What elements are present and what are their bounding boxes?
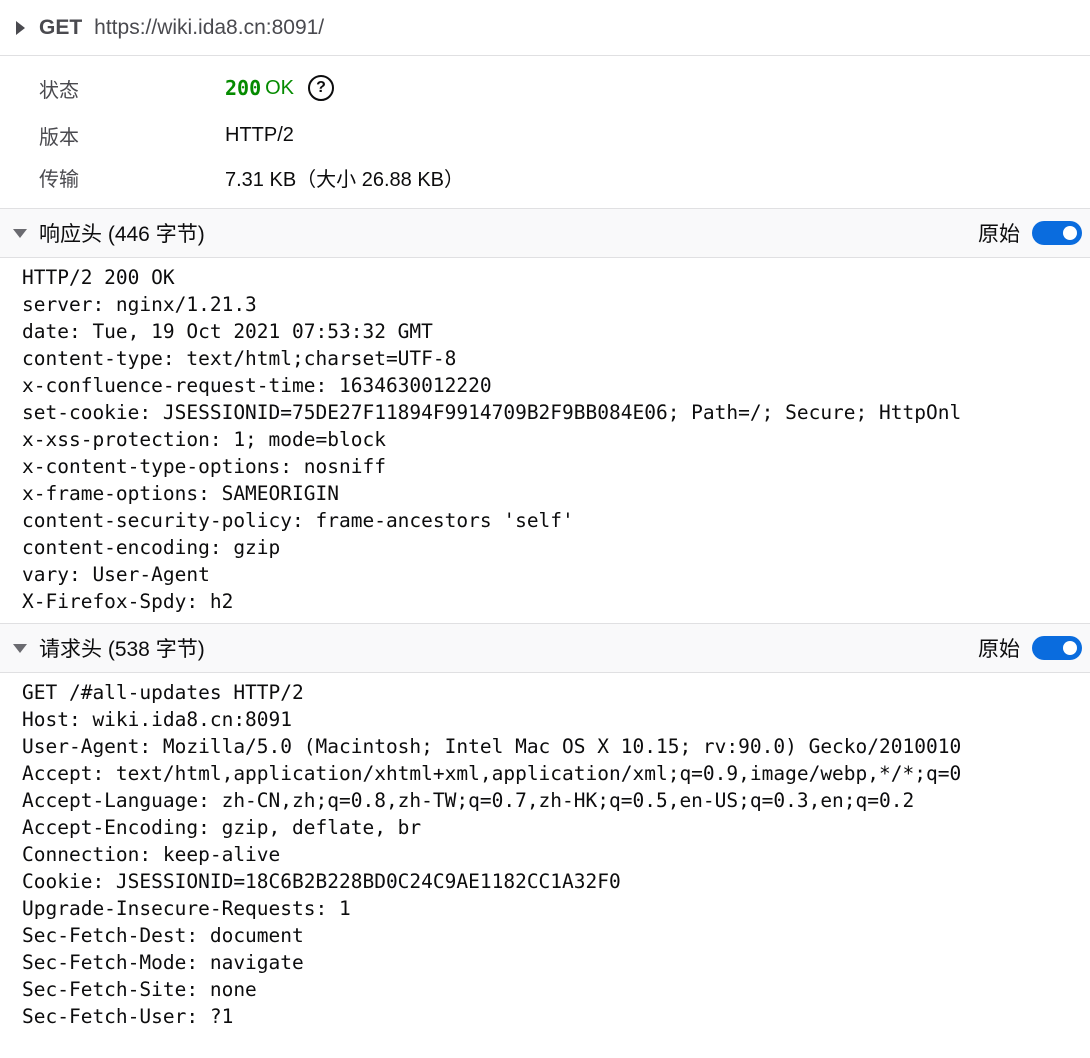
status-code: 200 — [225, 76, 262, 100]
header-line: vary: User-Agent — [22, 563, 210, 586]
header-line: content-security-policy: frame-ancestors… — [22, 509, 574, 532]
question-circle-icon[interactable]: ? — [308, 75, 335, 101]
header-line: Host: wiki.ida8.cn:8091 — [22, 708, 293, 731]
header-line: Cookie: JSESSIONID=18C6B2B228BD0C24C9AE1… — [22, 870, 621, 893]
triangle-right-icon[interactable] — [16, 20, 25, 35]
request-raw-switch[interactable] — [1032, 636, 1082, 660]
header-line: set-cookie: JSESSIONID=75DE27F11894F9914… — [22, 401, 962, 424]
header-line: GET /#all-updates HTTP/2 — [22, 681, 304, 704]
header-line: X-Firefox-Spdy: h2 — [22, 590, 234, 613]
version-row: 版本 HTTP/2 — [0, 115, 1090, 155]
header-line: x-content-type-options: nosniff — [22, 455, 386, 478]
transfer-row: 传输 7.31 KB（大小 26.88 KB） — [0, 157, 1090, 197]
response-headers-raw: HTTP/2 200 OK server: nginx/1.21.3 date: T… — [22, 264, 1077, 615]
status-value: 200 OK ? — [225, 75, 335, 101]
transfer-label: 传输 — [39, 168, 79, 191]
header-line: x-confluence-request-time: 1634630012220 — [22, 374, 492, 397]
version-label: 版本 — [39, 126, 79, 149]
version-value: HTTP/2 — [225, 123, 294, 146]
request-summary-line[interactable]: GET https://wiki.ida8.cn:8091/ — [0, 0, 1090, 56]
response-headers-title: 响应头 (446 字节) — [39, 223, 205, 246]
toggle-knob — [1063, 226, 1077, 240]
request-headers-raw: GET /#all-updates HTTP/2 Host: wiki.ida8.… — [22, 679, 1077, 1030]
status-text: OK — [265, 76, 295, 99]
request-raw-toggle[interactable]: 原始 — [978, 633, 1082, 663]
request-raw-label: 原始 — [978, 638, 1020, 661]
header-line: content-encoding: gzip — [22, 536, 281, 559]
header-line: User-Agent: Mozilla/5.0 (Macintosh; Inte… — [22, 735, 962, 758]
summary-panel: 状态 200 OK ? 版本 HTTP/2 传输 7.31 KB（大小 26.8… — [0, 56, 1090, 207]
triangle-down-icon[interactable] — [13, 643, 27, 653]
response-raw-switch[interactable] — [1032, 221, 1082, 245]
response-raw-label: 原始 — [978, 223, 1020, 246]
header-line: Upgrade-Insecure-Requests: 1 — [22, 897, 351, 920]
header-line: content-type: text/html;charset=UTF-8 — [22, 347, 457, 370]
header-line: Accept: text/html,application/xhtml+xml,… — [22, 762, 962, 785]
response-headers-header[interactable]: 响应头 (446 字节) 原始 — [0, 208, 1090, 258]
header-line: x-xss-protection: 1; mode=block — [22, 428, 386, 451]
header-line: server: nginx/1.21.3 — [22, 293, 257, 316]
header-line: Accept-Language: zh-CN,zh;q=0.8,zh-TW;q=… — [22, 789, 915, 812]
toggle-knob — [1063, 641, 1077, 655]
status-row: 状态 200 OK ? — [0, 68, 1090, 108]
header-line: Accept-Encoding: gzip, deflate, br — [22, 816, 422, 839]
header-line: date: Tue, 19 Oct 2021 07:53:32 GMT — [22, 320, 433, 343]
request-url: https://wiki.ida8.cn:8091/ — [94, 15, 325, 39]
status-label: 状态 — [39, 79, 79, 102]
header-line: Connection: keep-alive — [22, 843, 281, 866]
header-line: Sec-Fetch-User: ?1 — [22, 1005, 234, 1028]
header-line: Sec-Fetch-Mode: navigate — [22, 951, 304, 974]
request-headers-title: 请求头 (538 字节) — [39, 638, 205, 661]
header-line: Sec-Fetch-Site: none — [22, 978, 257, 1001]
header-line: Sec-Fetch-Dest: document — [22, 924, 304, 947]
request-method: GET — [39, 15, 83, 39]
header-line: x-frame-options: SAMEORIGIN — [22, 482, 339, 505]
request-headers-header[interactable]: 请求头 (538 字节) 原始 — [0, 623, 1090, 673]
header-line: HTTP/2 200 OK — [22, 266, 175, 289]
triangle-down-icon[interactable] — [13, 228, 27, 238]
transfer-value: 7.31 KB（大小 26.88 KB） — [225, 168, 465, 191]
response-raw-toggle[interactable]: 原始 — [978, 218, 1082, 248]
